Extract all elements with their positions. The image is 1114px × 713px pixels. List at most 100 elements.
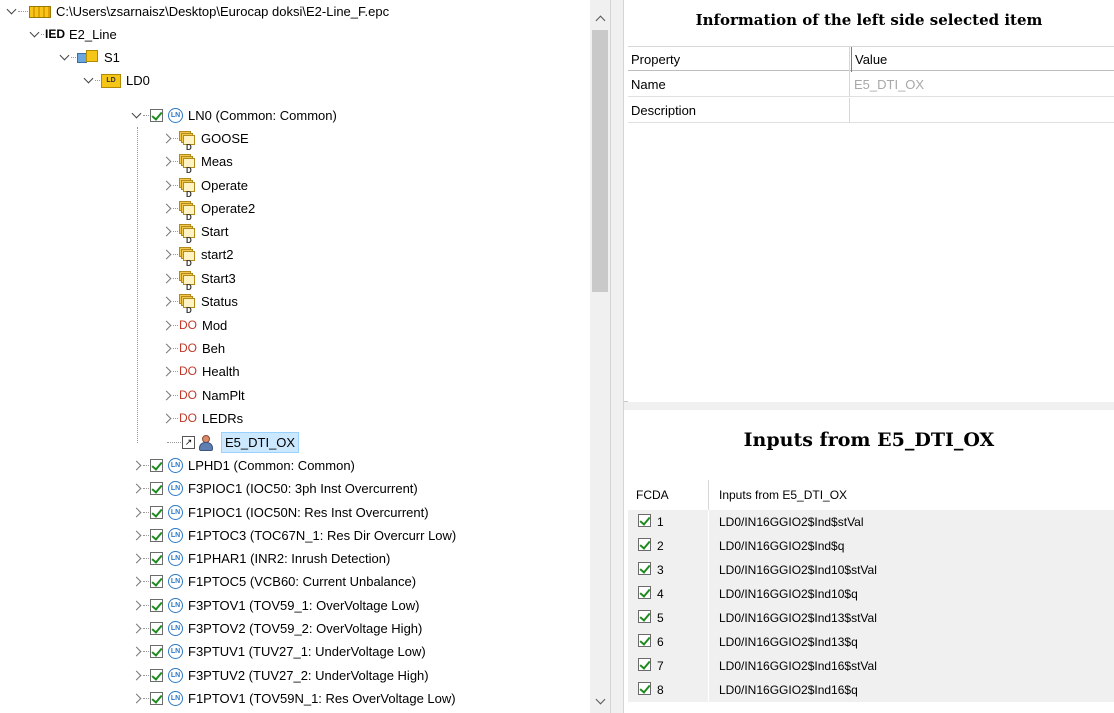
- chevron-right-icon[interactable]: [160, 290, 172, 313]
- scroll-down-arrow-icon[interactable]: [590, 691, 610, 711]
- tree-node-logical-node[interactable]: LN F1PTOC5 (VCB60: Current Unbalance): [130, 570, 416, 593]
- tree-node-logical-node[interactable]: LN F1PIOC1 (IOC50N: Res Inst Overcurrent): [130, 501, 429, 524]
- chevron-down-icon[interactable]: [28, 23, 40, 46]
- ln-checkbox[interactable]: [150, 482, 163, 495]
- input-checkbox[interactable]: [638, 634, 651, 647]
- scroll-up-arrow-icon[interactable]: [590, 8, 610, 28]
- property-row-name[interactable]: Name E5_DTI_OX: [628, 72, 1114, 97]
- chevron-right-icon[interactable]: [160, 174, 172, 197]
- chevron-right-icon[interactable]: [130, 524, 142, 547]
- chevron-right-icon[interactable]: [130, 454, 142, 477]
- chevron-right-icon[interactable]: [160, 384, 172, 407]
- value-column-header[interactable]: Value: [851, 47, 1114, 72]
- chevron-right-icon[interactable]: [130, 570, 142, 593]
- tree-node-dataset[interactable]: D Status: [160, 290, 238, 315]
- tree-node-logical-node[interactable]: LN F3PTOV1 (TOV59_1: OverVoltage Low): [130, 594, 419, 617]
- ln-checkbox[interactable]: [150, 459, 163, 472]
- scrollbar-thumb[interactable]: [592, 30, 608, 292]
- tree-scrollbar[interactable]: [590, 0, 610, 713]
- property-value[interactable]: [851, 98, 1114, 123]
- tree-node-dataset[interactable]: D Operate2: [160, 197, 255, 222]
- ln-checkbox[interactable]: [150, 669, 163, 682]
- tree-node-dataset[interactable]: D Operate: [160, 174, 248, 199]
- tree-node-logical-node[interactable]: LN F3PTUV2 (TUV27_2: UnderVoltage High): [130, 664, 429, 687]
- input-checkbox[interactable]: [638, 514, 651, 527]
- input-row[interactable]: 5 LD0/IN16GGIO2$Ind13$stVal: [628, 606, 1114, 630]
- tree-node-dataset[interactable]: D Start: [160, 220, 228, 245]
- chevron-right-icon[interactable]: [160, 360, 172, 383]
- fcda-column-header[interactable]: FCDA: [636, 480, 669, 510]
- chevron-down-icon[interactable]: [5, 0, 17, 23]
- ln-checkbox[interactable]: [150, 599, 163, 612]
- tree-node-dataset[interactable]: Dstart2: [160, 243, 234, 268]
- vertical-splitter[interactable]: [610, 0, 624, 713]
- chevron-down-icon[interactable]: [58, 46, 70, 69]
- chevron-right-icon[interactable]: [130, 547, 142, 570]
- input-checkbox[interactable]: [638, 586, 651, 599]
- tree-node-ied[interactable]: IED E2_Line: [28, 23, 117, 46]
- chevron-right-icon[interactable]: [130, 664, 142, 687]
- chevron-right-icon[interactable]: [130, 617, 142, 640]
- chevron-right-icon[interactable]: [160, 197, 172, 220]
- tree-node-dataset[interactable]: D Start3: [160, 267, 236, 292]
- property-column-header[interactable]: Property: [628, 47, 850, 72]
- input-row[interactable]: 4 LD0/IN16GGIO2$Ind10$q: [628, 582, 1114, 606]
- chevron-right-icon[interactable]: [160, 243, 172, 266]
- input-checkbox[interactable]: [638, 682, 651, 695]
- chevron-right-icon[interactable]: [130, 501, 142, 524]
- chevron-right-icon[interactable]: [130, 477, 142, 500]
- input-row[interactable]: 2 LD0/IN16GGIO2$Ind$q: [628, 534, 1114, 558]
- tree-node-ld0[interactable]: LD LD0: [82, 69, 150, 92]
- chevron-down-icon[interactable]: [82, 69, 94, 92]
- input-row[interactable]: 1 LD0/IN16GGIO2$Ind$stVal: [628, 510, 1114, 534]
- tree-node-data-object[interactable]: DO Health: [160, 360, 240, 383]
- ln-checkbox[interactable]: [150, 575, 163, 588]
- ln-checkbox[interactable]: [150, 692, 163, 705]
- tree-node-logical-node[interactable]: LN F1PTOV1 (TOV59N_1: Res OverVoltage Low…: [130, 687, 456, 710]
- input-checkbox[interactable]: [638, 658, 651, 671]
- ln-checkbox[interactable]: [150, 552, 163, 565]
- tree-node-dataset[interactable]: D GOOSE: [160, 127, 249, 152]
- tree-node-ln0[interactable]: LN LN0 (Common: Common): [130, 104, 337, 127]
- property-row-description[interactable]: Description: [628, 98, 1114, 123]
- ln-checkbox[interactable]: [150, 622, 163, 635]
- chevron-right-icon[interactable]: [130, 594, 142, 617]
- tree-node-logical-node[interactable]: LN F3PIOC1 (IOC50: 3ph Inst Overcurrent): [130, 477, 418, 500]
- chevron-down-icon[interactable]: [130, 104, 142, 127]
- tree-node-logical-node[interactable]: LN F1PHAR1 (INR2: Inrush Detection): [130, 547, 390, 570]
- chevron-right-icon[interactable]: [130, 687, 142, 710]
- tree-node-project-file[interactable]: C:\Users\zsarnaisz\Desktop\Eurocap doksi…: [5, 0, 389, 23]
- tree-node-data-object[interactable]: DO Mod: [160, 314, 227, 337]
- input-row[interactable]: 7 LD0/IN16GGIO2$Ind16$stVal: [628, 654, 1114, 678]
- ln-checkbox[interactable]: [150, 529, 163, 542]
- input-checkbox[interactable]: [638, 562, 651, 575]
- inputs-column-header[interactable]: Inputs from E5_DTI_OX: [708, 480, 847, 510]
- tree-node-data-object[interactable]: DO LEDRs: [160, 407, 243, 430]
- chevron-right-icon[interactable]: [130, 640, 142, 663]
- tree-node-dataset[interactable]: D Meas: [160, 150, 233, 175]
- input-row[interactable]: 8 LD0/IN16GGIO2$Ind16$q: [628, 678, 1114, 702]
- tree-node-logical-node[interactable]: LN LPHD1 (Common: Common): [130, 454, 355, 477]
- horizontal-splitter[interactable]: [624, 402, 1114, 410]
- tree-node-logical-node[interactable]: LN F1PTOC3 (TOC67N_1: Res Dir Overcurr Lo…: [130, 524, 456, 547]
- chevron-right-icon[interactable]: [160, 407, 172, 430]
- tree-node-data-object[interactable]: DO NamPlt: [160, 384, 245, 407]
- input-row[interactable]: 3 LD0/IN16GGIO2$Ind10$stVal: [628, 558, 1114, 582]
- tree-node-logical-node[interactable]: LN F3PTUV1 (TUV27_1: UnderVoltage Low): [130, 640, 426, 663]
- ln-checkbox[interactable]: [150, 506, 163, 519]
- chevron-right-icon[interactable]: [160, 150, 172, 173]
- chevron-right-icon[interactable]: [160, 267, 172, 290]
- chevron-right-icon[interactable]: [160, 337, 172, 360]
- chevron-right-icon[interactable]: [160, 314, 172, 337]
- tree-node-server[interactable]: S1: [58, 46, 120, 69]
- tree-node-logical-node[interactable]: LN F3PTOV2 (TOV59_2: OverVoltage High): [130, 617, 422, 640]
- ln0-checkbox[interactable]: [150, 109, 163, 122]
- input-checkbox[interactable]: [638, 610, 651, 623]
- selected-item-label[interactable]: E5_DTI_OX: [221, 432, 300, 453]
- ln-checkbox[interactable]: [150, 645, 163, 658]
- property-value[interactable]: E5_DTI_OX: [851, 72, 1114, 97]
- input-checkbox[interactable]: [638, 538, 651, 551]
- tree-node-data-object[interactable]: DO Beh: [160, 337, 225, 360]
- chevron-right-icon[interactable]: [160, 220, 172, 243]
- input-row[interactable]: 6 LD0/IN16GGIO2$Ind13$q: [628, 630, 1114, 654]
